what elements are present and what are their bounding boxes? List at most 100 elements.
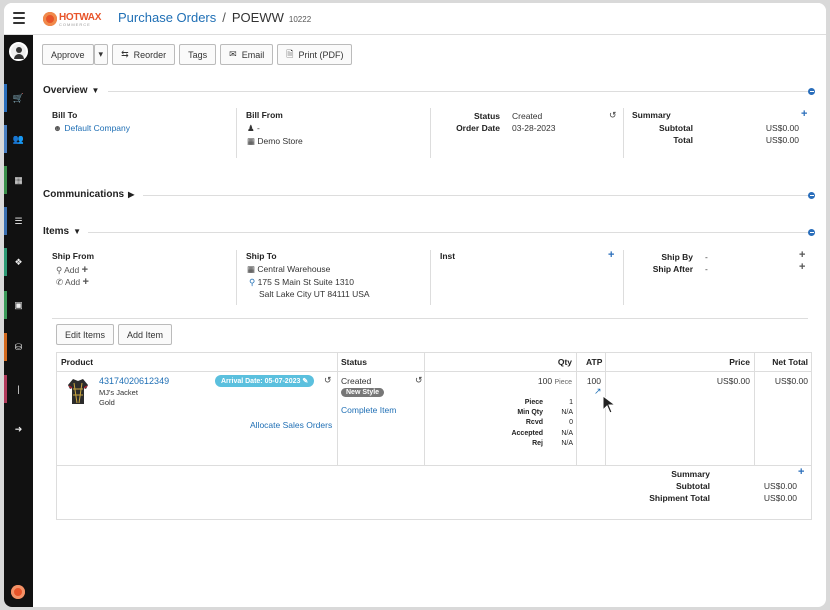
qty-value: 100 Piece xyxy=(497,376,572,386)
product-id-link[interactable]: 43174020612349 xyxy=(99,376,169,386)
history-icon[interactable]: ↺ xyxy=(609,110,617,121)
qty-detail-label: Min Qty xyxy=(517,409,543,417)
column-divider xyxy=(430,108,431,158)
map-marker-icon: ⚲ xyxy=(56,265,63,275)
header-divider xyxy=(57,371,811,372)
collapse-icon[interactable] xyxy=(808,88,815,95)
plus-icon[interactable]: + xyxy=(801,108,807,120)
plus-icon[interactable]: + xyxy=(799,261,805,273)
qty-detail-label: Rej xyxy=(532,439,543,447)
email-button[interactable]: ✉ Email xyxy=(220,44,274,65)
page-title: POEWW xyxy=(231,10,284,25)
store-icon: ▦ xyxy=(247,136,256,146)
subtotal-label: Subtotal xyxy=(676,481,710,491)
product-image[interactable] xyxy=(67,377,89,405)
plus-icon[interactable]: + xyxy=(608,249,614,261)
menu-icon[interactable] xyxy=(13,12,25,24)
edit-items-button[interactable]: Edit Items xyxy=(56,324,115,345)
bill-to-value[interactable]: ☻ Default Company xyxy=(53,123,130,133)
app-window: HOTWAX COMMERCE Purchase Orders / POEWW 102… xyxy=(4,3,826,607)
sign-out-icon[interactable]: ➜ xyxy=(4,415,33,443)
total-label: Total xyxy=(673,135,693,145)
users-icon[interactable]: 👥 xyxy=(4,125,33,153)
plus-icon[interactable]: + xyxy=(799,249,805,261)
breadcrumb: Purchase Orders / POEWW 10222 xyxy=(118,10,311,25)
approve-label: Approve xyxy=(51,49,85,60)
complete-item-link[interactable]: Complete Item xyxy=(341,405,396,415)
ship-from-phone-add[interactable]: ✆ Add + xyxy=(56,276,89,288)
arrival-date-text: Arrival Date: 05-07-2023 xyxy=(221,378,301,385)
column-divider xyxy=(430,250,431,305)
list-icon[interactable]: ☰ xyxy=(4,207,33,235)
tags-button[interactable]: Tags xyxy=(179,44,217,65)
mouse-cursor-icon xyxy=(602,395,617,414)
plus-icon[interactable]: + xyxy=(798,466,804,478)
row-divider xyxy=(57,465,811,466)
shipment-total-label: Shipment Total xyxy=(649,493,710,503)
collapse-icon[interactable] xyxy=(808,192,815,199)
status-label: Status xyxy=(474,111,500,121)
cubes-icon[interactable]: ▦ xyxy=(4,166,33,194)
communications-section-toggle[interactable]: Communications ▶ xyxy=(43,189,134,200)
add-item-button[interactable]: Add Item xyxy=(118,324,173,345)
bill-from-person-value: - xyxy=(257,123,260,133)
money-icon[interactable]: ▣ xyxy=(4,291,33,319)
tags-label: Tags xyxy=(188,49,208,60)
envelope-icon: ✉ xyxy=(229,49,237,59)
items-section-toggle[interactable]: Items ▼ xyxy=(43,226,81,237)
bill-from-store-value: Demo Store xyxy=(257,136,303,146)
new-style-badge: New Style xyxy=(341,388,385,397)
dropbox-icon[interactable]: ❖ xyxy=(4,248,33,276)
bill-to-label: Bill To xyxy=(52,110,78,120)
brand-logo[interactable]: HOTWAX COMMERCE xyxy=(43,12,101,28)
qty-detail-value: N/A xyxy=(561,409,573,417)
database-icon[interactable]: ⛁ xyxy=(4,333,33,361)
qty-detail-label: Piece xyxy=(524,399,543,406)
user-avatar-icon[interactable] xyxy=(9,42,28,61)
ship-to-label: Ship To xyxy=(246,251,277,261)
overview-section-toggle[interactable]: Overview ▼ xyxy=(43,85,99,96)
external-link-icon[interactable]: ↗ xyxy=(594,386,602,397)
ship-to-address: ⚲ 175 S Main St Suite 1310 xyxy=(249,277,354,288)
column-divider xyxy=(236,250,237,305)
allocate-sales-orders-link[interactable]: Allocate Sales Orders xyxy=(250,420,332,430)
section-divider xyxy=(52,318,808,319)
phone-icon: ✆ xyxy=(56,277,64,287)
print-pdf-button[interactable]: 🗎 Print (PDF) xyxy=(277,44,353,65)
ship-to-name-value: Central Warehouse xyxy=(257,264,331,274)
toolbar: Approve ▾ ⇆ Reorder Tags ✉ Email 🗎 Print (P… xyxy=(42,44,353,65)
reorder-button[interactable]: ⇆ Reorder xyxy=(112,44,176,65)
ship-by-label: Ship By xyxy=(661,252,693,262)
qty-detail-row: Min Qty N/A xyxy=(487,408,573,418)
subtotal-value: US$0.00 xyxy=(763,481,797,491)
column-divider xyxy=(424,353,425,465)
bill-from-store: ▦ Demo Store xyxy=(247,136,303,147)
email-label: Email xyxy=(241,49,265,60)
ship-from-address-add[interactable]: ⚲ Add + xyxy=(56,264,88,276)
qty-detail-value: 1 xyxy=(569,399,573,406)
arrival-date-badge[interactable]: Arrival Date: 05-07-2023 ✎ xyxy=(215,375,315,387)
breadcrumb-purchase-orders[interactable]: Purchase Orders xyxy=(118,10,216,25)
ship-by-value: - xyxy=(705,252,708,262)
qty-unit: Piece xyxy=(554,379,572,386)
history-icon[interactable]: ↺ xyxy=(415,375,423,386)
approve-dropdown-button[interactable]: ▾ xyxy=(93,44,109,65)
collapse-icon[interactable] xyxy=(808,229,815,236)
approve-button[interactable]: Approve xyxy=(42,44,94,65)
history-icon[interactable]: ↺ xyxy=(324,375,332,386)
qty-detail-row: Piece 1 xyxy=(487,398,573,408)
column-header-product: Product xyxy=(61,357,94,367)
subtotal-value: US$0.00 xyxy=(765,123,799,133)
caret-down-icon: ▼ xyxy=(91,86,100,95)
cart-icon[interactable]: 🛒 xyxy=(4,84,33,112)
qty-detail-value: N/A xyxy=(561,439,573,447)
print-label: Print (PDF) xyxy=(298,49,344,60)
column-header-net-total: Net Total xyxy=(772,357,808,367)
ship-after-value: - xyxy=(705,264,708,274)
qty-details: Piece 1 Min Qty N/A Rcvd 0 Accepted N/A Rej N… xyxy=(487,398,573,449)
qty-detail-label: Accepted xyxy=(511,429,543,437)
ship-to-address-line2: Salt Lake City UT 84111 USA xyxy=(259,289,370,299)
column-divider xyxy=(576,353,577,465)
store-icon: ▦ xyxy=(247,264,256,274)
divider-icon: | xyxy=(17,384,20,394)
